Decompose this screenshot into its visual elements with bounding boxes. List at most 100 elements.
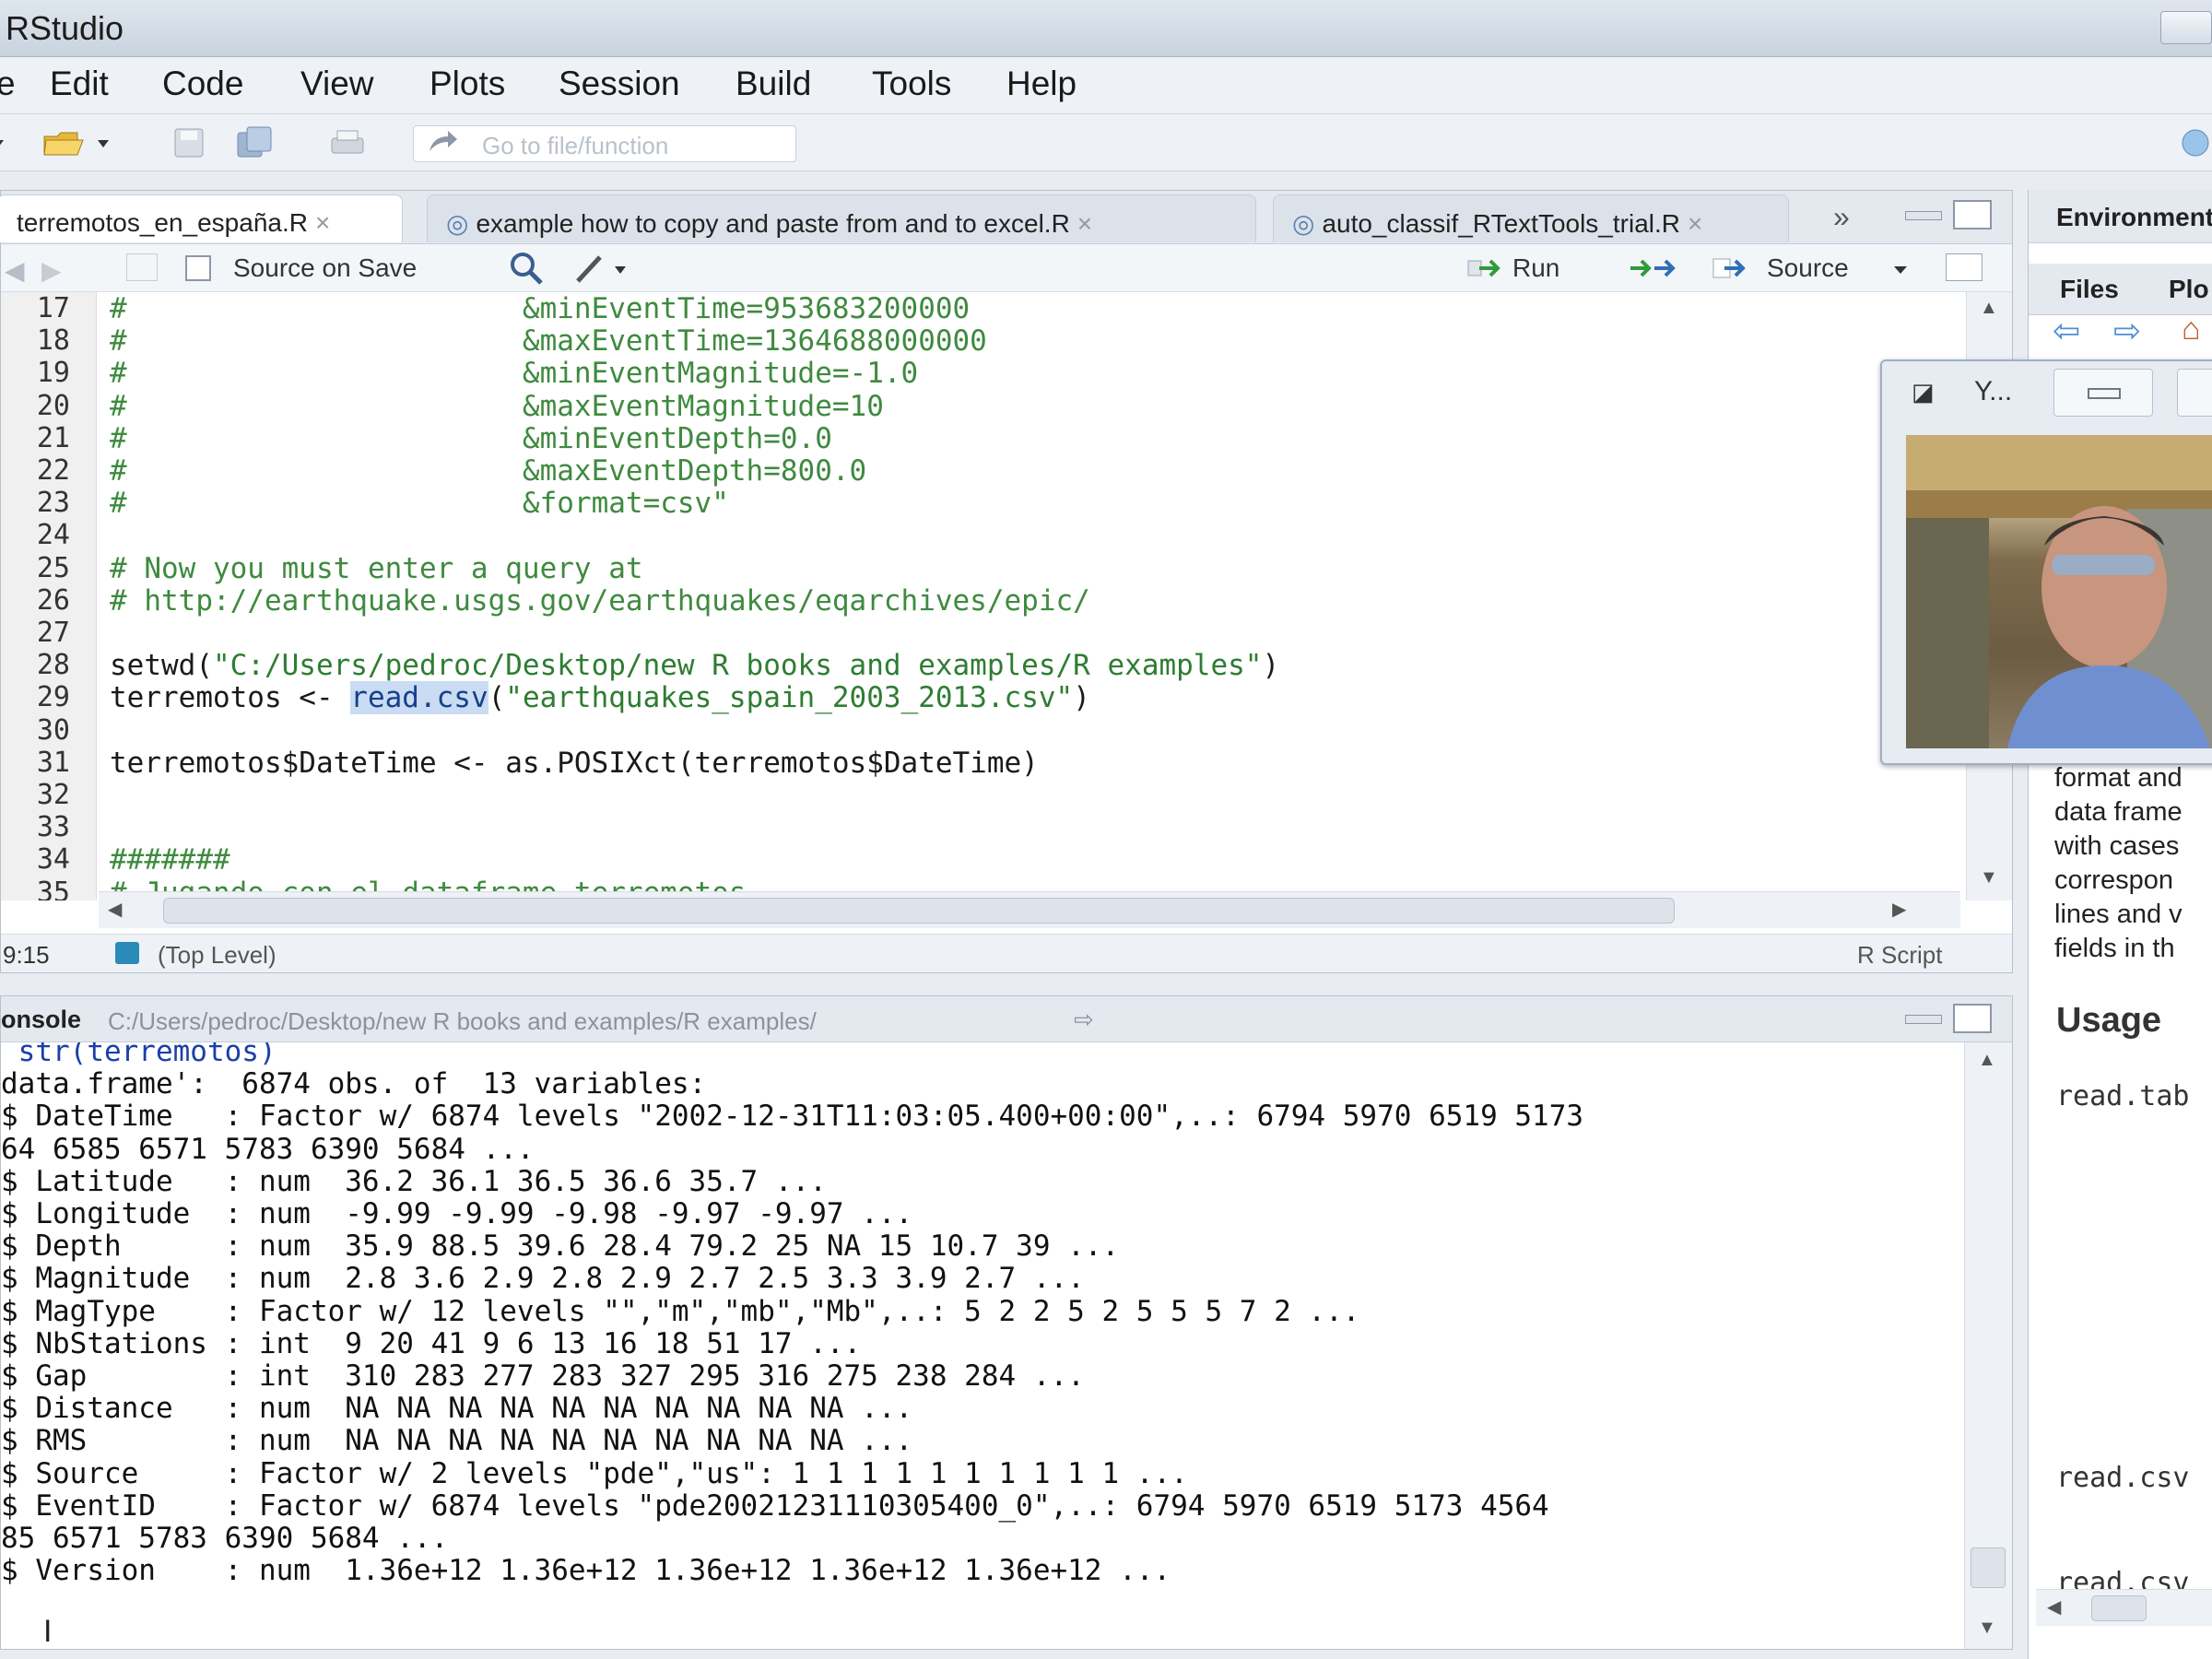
- menu-plots[interactable]: Plots: [429, 65, 505, 103]
- tab-label: example how to copy and paste from and t…: [476, 209, 1070, 238]
- cursor-position: 9:15: [3, 941, 50, 969]
- rerun-icon[interactable]: [1627, 252, 1678, 289]
- back-arrow-icon[interactable]: ⇦: [2053, 312, 2080, 350]
- code-line[interactable]: # &maxEventDepth=800.0: [110, 454, 866, 488]
- more-tabs-icon[interactable]: »: [1833, 200, 1850, 234]
- forward-arrow-icon[interactable]: ⇨: [2113, 312, 2141, 350]
- menu-session[interactable]: Session: [559, 65, 680, 103]
- line-number-gutter: 1718192021222324252627282930313233343516: [1, 292, 97, 900]
- scroll-thumb[interactable]: [1971, 1547, 2006, 1588]
- source-on-save-checkbox[interactable]: [185, 255, 211, 281]
- code-token: ): [1262, 649, 1280, 682]
- tab-auto-classif[interactable]: ◎ auto_classif_RTextTools_trial.R ×: [1273, 194, 1789, 242]
- code-line[interactable]: #######: [110, 843, 230, 877]
- main-toolbar: Go to file/function: [0, 114, 2212, 171]
- scroll-thumb[interactable]: [2091, 1595, 2147, 1621]
- line-number: 35: [36, 877, 70, 900]
- code-tools-icon[interactable]: [572, 250, 637, 291]
- scroll-thumb[interactable]: [163, 898, 1675, 924]
- go-to-directory-icon[interactable]: ⇨: [1074, 1006, 1094, 1034]
- code-line[interactable]: # &minEventTime=953683200000: [110, 292, 970, 325]
- go-to-file-input[interactable]: Go to file/function: [413, 125, 796, 162]
- source-button[interactable]: Source: [1712, 252, 1914, 285]
- menu-view[interactable]: View: [300, 65, 374, 103]
- line-number: 27: [36, 617, 70, 649]
- maximize-pane-icon[interactable]: [1953, 200, 1992, 229]
- close-tab-icon[interactable]: ×: [1077, 209, 1092, 238]
- maximize-console-icon[interactable]: [1953, 1004, 1992, 1033]
- outline-icon[interactable]: [1946, 253, 1983, 281]
- help-horizontal-scrollbar[interactable]: ◀: [2036, 1589, 2212, 1626]
- usage-code-read-csv: read.csv: [2056, 1462, 2190, 1494]
- webcam-restore-button[interactable]: [2177, 369, 2212, 417]
- print-icon[interactable]: [326, 125, 369, 160]
- menu-build[interactable]: Build: [735, 65, 811, 103]
- code-line[interactable]: setwd("C:/Users/pedroc/Desktop/new R boo…: [110, 649, 1279, 682]
- minimize-pane-icon[interactable]: [1905, 211, 1942, 220]
- save-all-icon[interactable]: [234, 125, 276, 160]
- console-header: onsole C:/Users/pedroc/Desktop/new R boo…: [1, 996, 2012, 1042]
- code-line[interactable]: terremotos <- read.csv("earthquakes_spai…: [110, 681, 1090, 714]
- tab-plots[interactable]: Plo: [2169, 275, 2209, 304]
- tab-terremotos[interactable]: terremotos_en_españa.R ×: [0, 194, 403, 242]
- file-type[interactable]: R Script: [1857, 941, 1942, 970]
- menu-file[interactable]: e: [0, 65, 16, 103]
- back-arrow-icon[interactable]: ◀: [5, 255, 25, 286]
- scroll-left-icon[interactable]: ◀: [2047, 1595, 2061, 1618]
- code-line[interactable]: terremotos$DateTime <- as.POSIXct(terrem…: [110, 747, 1039, 780]
- files-tab-bar: Files Plo: [2029, 264, 2212, 315]
- scroll-up-icon[interactable]: ▲: [1980, 298, 1998, 319]
- save-icon[interactable]: [168, 125, 210, 160]
- scroll-up-icon[interactable]: ▲: [1978, 1050, 1996, 1071]
- line-number: 18: [36, 324, 70, 357]
- console-output-line: $ Longitude : num -9.99 -9.99 -9.98 -9.9…: [1, 1197, 913, 1230]
- search-icon[interactable]: [508, 250, 545, 291]
- code-line[interactable]: # &minEventDepth=0.0: [110, 422, 832, 455]
- tab-files[interactable]: Files: [2060, 275, 2119, 304]
- editor-horizontal-scrollbar[interactable]: ◀ ▶: [99, 891, 1960, 928]
- console-vertical-scrollbar[interactable]: ▲ ▼: [1964, 1042, 2012, 1649]
- menu-edit[interactable]: Edit: [50, 65, 109, 103]
- console-output-line: $ RMS : num NA NA NA NA NA NA NA NA NA N…: [1, 1424, 913, 1457]
- scroll-down-icon[interactable]: ▼: [1980, 867, 1998, 888]
- menu-tools[interactable]: Tools: [872, 65, 951, 103]
- code-line[interactable]: # &maxEventMagnitude=10: [110, 390, 884, 423]
- code-token: terremotos <-: [110, 681, 351, 714]
- scroll-right-icon[interactable]: ▶: [1892, 898, 1906, 921]
- webcam-overlay[interactable]: ◪ Y...: [1880, 359, 2212, 765]
- code-line[interactable]: # &minEventMagnitude=-1.0: [110, 357, 918, 390]
- new-file-dropdown-icon[interactable]: [0, 125, 9, 160]
- tab-example-copy-paste[interactable]: ◎ example how to copy and paste from and …: [427, 194, 1256, 242]
- console-output[interactable]: str(terremotos) data.frame': 6874 obs. of…: [1, 1042, 1962, 1649]
- show-in-window-icon[interactable]: [126, 253, 158, 281]
- close-tab-icon[interactable]: ×: [315, 208, 330, 237]
- scroll-left-icon[interactable]: ◀: [108, 898, 122, 921]
- tab-environment[interactable]: Environment: [2029, 190, 2212, 243]
- console-output-line: data.frame': 6874 obs. of 13 variables:: [1, 1067, 707, 1100]
- scope-selector[interactable]: (Top Level): [158, 941, 276, 970]
- forward-arrow-icon[interactable]: ▶: [41, 255, 62, 286]
- minimize-console-icon[interactable]: [1905, 1015, 1942, 1024]
- close-tab-icon[interactable]: ×: [1688, 209, 1702, 238]
- menu-code[interactable]: Code: [162, 65, 243, 103]
- code-editor[interactable]: 1718192021222324252627282930313233343516…: [1, 292, 1964, 900]
- project-icon[interactable]: [2171, 125, 2212, 160]
- code-line[interactable]: # Now you must enter a query at: [110, 552, 643, 585]
- code-line[interactable]: # http://earthquake.usgs.gov/earthquakes…: [110, 584, 1090, 618]
- minimize-button[interactable]: [2160, 11, 2212, 44]
- home-icon[interactable]: ⌂: [2182, 312, 2201, 347]
- code-line[interactable]: # &format=csv": [110, 487, 729, 520]
- scroll-down-icon[interactable]: ▼: [1978, 1618, 1996, 1639]
- line-number: 31: [36, 747, 70, 779]
- source-label: Source: [1767, 253, 1849, 282]
- run-button[interactable]: Run: [1466, 252, 1583, 285]
- open-folder-icon[interactable]: [41, 125, 118, 160]
- r-file-icon: ◎: [1292, 209, 1315, 238]
- menu-help[interactable]: Help: [1006, 65, 1077, 103]
- tab-label: auto_classif_RTextTools_trial.R: [1322, 209, 1680, 238]
- webcam-minimize-button[interactable]: [2053, 369, 2153, 417]
- console-pane: onsole C:/Users/pedroc/Desktop/new R boo…: [0, 995, 2013, 1650]
- window-title: RStudio: [6, 9, 124, 47]
- webcam-title-bar[interactable]: ◪ Y...: [1882, 361, 2212, 418]
- code-line[interactable]: # &maxEventTime=1364688000000: [110, 324, 987, 358]
